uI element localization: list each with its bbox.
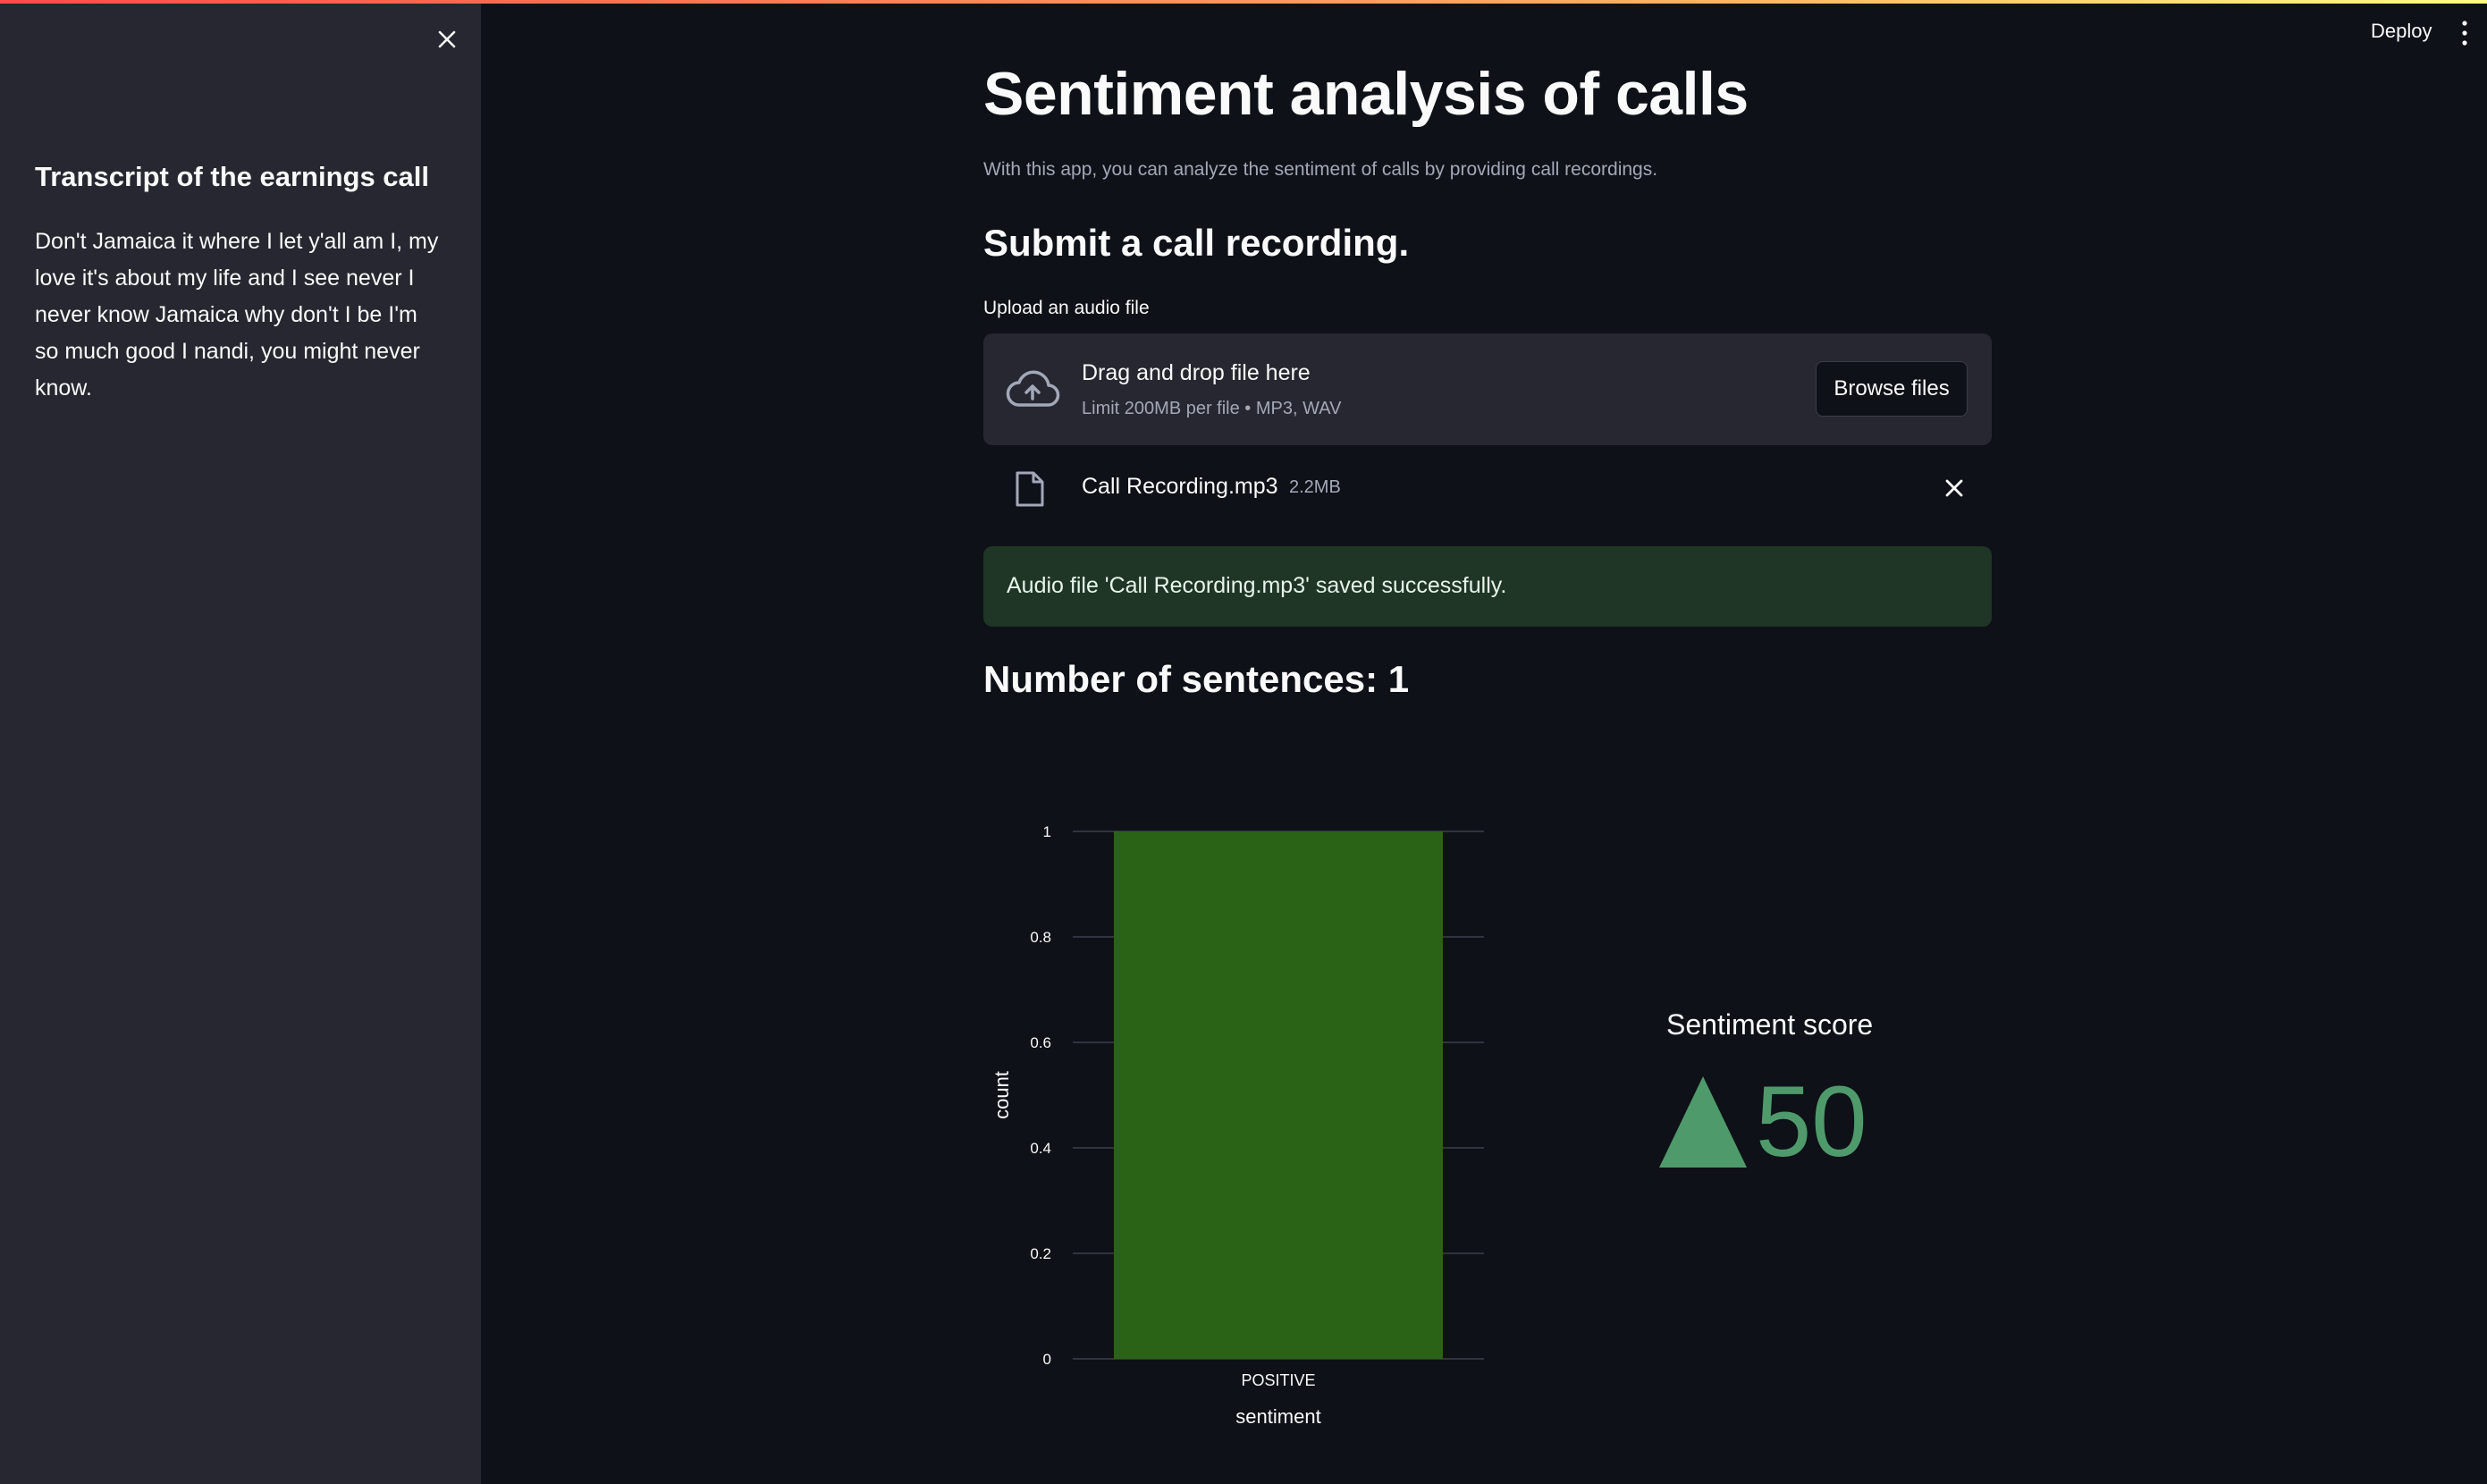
arrow-up-icon bbox=[1659, 1076, 1747, 1168]
bar bbox=[1114, 831, 1443, 1359]
page-title: Sentiment analysis of calls bbox=[983, 60, 1749, 128]
uploaded-file-size: 2.2MB bbox=[1289, 477, 1341, 497]
dropzone-instructions: Drag and drop file here bbox=[1082, 360, 1311, 385]
sidebar: Transcript of the earnings call Don't Ja… bbox=[0, 4, 481, 1484]
deploy-button[interactable]: Deploy bbox=[2371, 20, 2432, 43]
page-subtitle: With this app, you can analyze the senti… bbox=[983, 159, 1658, 180]
metric-label: Sentiment score bbox=[1666, 1008, 1874, 1041]
close-icon bbox=[438, 30, 456, 48]
close-sidebar-button[interactable] bbox=[431, 23, 463, 55]
transcript-text: Don't Jamaica it where I let y'all am I,… bbox=[35, 229, 439, 401]
remove-file-icon[interactable] bbox=[1942, 476, 1967, 501]
sentiment-score-metric: 50 bbox=[1657, 1064, 1867, 1180]
sidebar-title: Transcript of the earnings call bbox=[35, 161, 430, 192]
y-tick-label: 0.6 bbox=[1030, 1034, 1051, 1051]
cloud-upload-icon bbox=[1006, 370, 1060, 407]
browse-files-button[interactable]: Browse files bbox=[1816, 361, 1968, 417]
success-message: Audio file 'Call Recording.mp3' saved su… bbox=[1007, 573, 1507, 598]
more-options-icon[interactable] bbox=[2460, 20, 2469, 46]
x-axis-label: sentiment bbox=[1235, 1405, 1320, 1428]
file-dropzone[interactable]: Drag and drop file here Limit 200MB per … bbox=[983, 333, 1992, 445]
sentiment-bar-chart: 0 0.2 0.4 0.6 0.8 1 POSITIVE sentiment count bbox=[991, 823, 1484, 1428]
x-tick-label: POSITIVE bbox=[1241, 1371, 1315, 1389]
y-tick-label: 0.8 bbox=[1030, 929, 1051, 946]
submit-heading: Submit a call recording. bbox=[983, 222, 1410, 264]
dropzone-limit: Limit 200MB per file • MP3, WAV bbox=[1082, 399, 1342, 418]
y-tick-label: 0.4 bbox=[1030, 1140, 1051, 1157]
y-tick-label: 0 bbox=[1043, 1351, 1051, 1368]
sentence-count-heading: Number of sentences: 1 bbox=[983, 658, 1410, 700]
y-tick-label: 1 bbox=[1043, 823, 1051, 840]
y-tick-label: 0.2 bbox=[1030, 1245, 1051, 1262]
success-alert: Audio file 'Call Recording.mp3' saved su… bbox=[983, 546, 1992, 627]
y-axis-label: count bbox=[991, 1071, 1013, 1119]
metric-value: 50 bbox=[1756, 1066, 1867, 1177]
upload-label: Upload an audio file bbox=[983, 298, 1150, 318]
uploaded-file-row: Call Recording.mp3 2.2MB bbox=[983, 463, 1992, 517]
file-icon bbox=[1016, 471, 1044, 507]
uploaded-file-name: Call Recording.mp3 bbox=[1082, 474, 1278, 499]
